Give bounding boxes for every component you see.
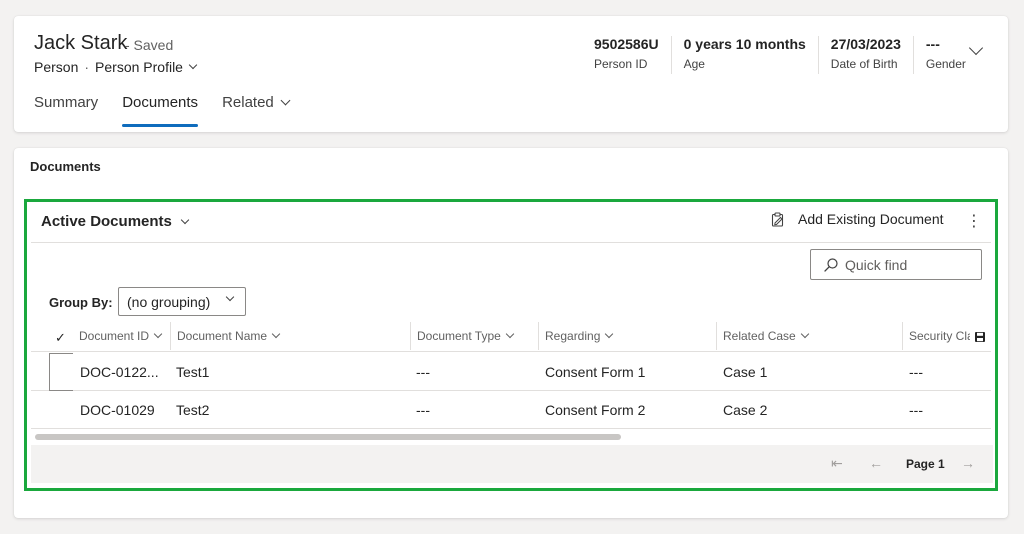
cell-document-type: --- — [416, 402, 430, 418]
cell-regarding[interactable]: Consent Form 1 — [545, 364, 645, 380]
first-page-icon[interactable]: ⇤ — [831, 455, 843, 472]
group-by-dropdown[interactable]: (no grouping) — [118, 287, 246, 316]
gender-value: --- — [925, 36, 940, 52]
section-title: Documents — [30, 159, 101, 174]
select-all-checkbox[interactable]: ✓ — [55, 330, 66, 346]
cell-related-case[interactable]: Case 2 — [723, 402, 767, 418]
group-by-label: Group By: — [49, 295, 113, 310]
view-selector[interactable]: Active Documents — [41, 213, 190, 230]
view-name: Active Documents — [41, 213, 172, 230]
column-label: Security Cla — [909, 329, 970, 343]
entity-name: Person — [34, 59, 79, 75]
save-status: - Saved — [125, 37, 174, 53]
column-label: Document Type — [417, 329, 501, 343]
more-commands-button[interactable]: ⋮ — [966, 211, 982, 231]
chevron-down-icon — [180, 215, 190, 225]
chevron-down-icon — [271, 329, 281, 339]
scrollbar-thumb[interactable] — [35, 434, 621, 440]
cell-document-name[interactable]: Test1 — [176, 364, 209, 380]
form-name: Person Profile — [95, 59, 183, 75]
cell-document-name[interactable]: Test2 — [176, 402, 209, 418]
chevron-down-icon — [280, 95, 291, 106]
add-existing-document-button[interactable]: Add Existing Document — [771, 211, 944, 227]
search-icon — [824, 257, 838, 272]
record-subtitle: Person · Person Profile — [34, 59, 198, 75]
group-by-value: (no grouping) — [127, 293, 211, 310]
chevron-down-icon — [153, 329, 163, 339]
dob-value: 27/03/2023 — [830, 36, 901, 52]
person-id-value: 9502586U — [594, 36, 659, 52]
column-header-document-name[interactable]: Document Name — [170, 322, 410, 350]
row-select-checkbox[interactable] — [49, 353, 73, 391]
cell-document-type: --- — [416, 364, 430, 380]
chevron-down-icon — [188, 60, 198, 70]
chevron-down-icon — [800, 329, 809, 339]
documents-section: Documents Active Documents Add Existing … — [14, 148, 1008, 518]
documents-subgrid: Active Documents Add Existing Document ⋮… — [24, 199, 998, 491]
grid-header: ✓ Document ID Document Name Document Typ… — [31, 322, 991, 352]
column-header-security-classification[interactable]: Security Cla — [902, 322, 970, 350]
record-header: Jack Stark - Saved Person · Person Profi… — [14, 16, 1008, 132]
header-field-age[interactable]: 0 years 10 months Age — [670, 36, 818, 74]
tab-summary[interactable]: Summary — [34, 94, 98, 124]
tab-list: Summary Documents Related — [34, 94, 313, 127]
tab-related-label: Related — [222, 94, 274, 111]
cell-document-id[interactable]: DOC-0122... — [80, 364, 159, 380]
chevron-down-icon — [505, 329, 515, 339]
tab-documents[interactable]: Documents — [122, 94, 198, 127]
table-row[interactable]: DOC-0122... Test1 --- Consent Form 1 Cas… — [31, 353, 991, 391]
header-fields: 9502586U Person ID 0 years 10 months Age… — [582, 36, 978, 74]
chevron-down-icon — [605, 329, 614, 339]
header-expand-button[interactable] — [968, 40, 984, 56]
add-existing-document-label: Add Existing Document — [798, 211, 944, 227]
cell-security: --- — [909, 364, 923, 380]
grid-footer: ⇤ ← Page 1 → — [31, 445, 993, 483]
column-label: Regarding — [545, 329, 601, 343]
header-field-dob[interactable]: 27/03/2023 Date of Birth — [817, 36, 913, 74]
clipboard-edit-icon — [771, 211, 784, 227]
age-label: Age — [683, 57, 705, 71]
cell-document-id[interactable]: DOC-01029 — [80, 402, 155, 418]
header-field-person-id[interactable]: 9502586U Person ID — [582, 36, 671, 74]
column-header-related-case[interactable]: Related Case — [716, 322, 902, 350]
record-name: Jack Stark — [34, 32, 128, 54]
cell-related-case[interactable]: Case 1 — [723, 364, 767, 380]
gender-label: Gender — [925, 57, 966, 71]
cell-regarding[interactable]: Consent Form 2 — [545, 402, 645, 418]
cell-security: --- — [909, 402, 923, 418]
quick-find-placeholder: Quick find — [845, 256, 908, 273]
page-label: Page 1 — [906, 457, 945, 471]
column-label: Document Name — [177, 329, 268, 343]
table-row[interactable]: DOC-01029 Test2 --- Consent Form 2 Case … — [31, 391, 991, 429]
horizontal-scrollbar[interactable] — [31, 434, 991, 440]
dob-label: Date of Birth — [830, 57, 898, 71]
column-header-document-id[interactable]: Document ID — [73, 322, 170, 350]
next-page-icon[interactable]: → — [961, 455, 975, 471]
separator: · — [84, 59, 90, 75]
previous-page-icon[interactable]: ← — [869, 455, 883, 471]
column-header-document-type[interactable]: Document Type — [410, 322, 538, 350]
column-label: Document ID — [79, 329, 150, 343]
column-label: Related Case — [723, 329, 796, 343]
form-selector[interactable]: Person Profile — [95, 59, 198, 75]
save-icon[interactable] — [974, 331, 986, 343]
age-value: 0 years 10 months — [683, 36, 806, 52]
chevron-down-icon — [225, 292, 235, 302]
column-header-regarding[interactable]: Regarding — [538, 322, 716, 350]
tab-related[interactable]: Related — [222, 94, 291, 124]
person-id-label: Person ID — [594, 57, 648, 71]
divider — [31, 242, 991, 243]
quick-find-input[interactable]: Quick find — [810, 249, 982, 280]
